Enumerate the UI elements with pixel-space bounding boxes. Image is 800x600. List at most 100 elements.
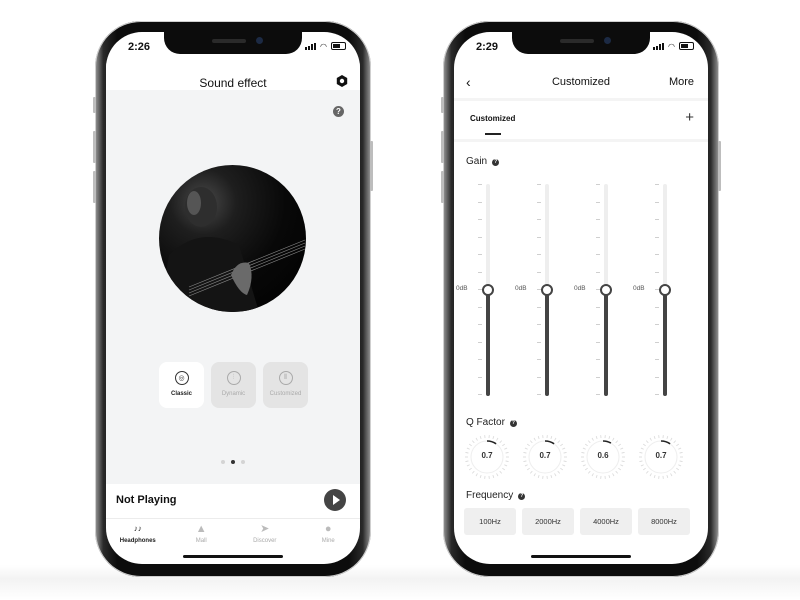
slider-tick bbox=[478, 324, 482, 325]
signal-icon bbox=[305, 42, 317, 50]
frequency-buttons: 100Hz 2000Hz 4000Hz 8000Hz bbox=[464, 508, 690, 535]
volume-up-button bbox=[441, 131, 444, 163]
slider-knob[interactable] bbox=[541, 284, 553, 296]
slider-tick bbox=[537, 394, 541, 395]
power-button bbox=[718, 141, 721, 191]
wifi-icon: ◠ bbox=[668, 41, 675, 51]
frequency-button[interactable]: 100Hz bbox=[464, 508, 516, 535]
bottom-tab-bar: ♪♪ Headphones ▲ Mall ➤ Discover ● Mine bbox=[106, 519, 360, 544]
play-button[interactable] bbox=[324, 489, 346, 511]
q-factor-section-title: Q Factor? bbox=[466, 417, 517, 428]
mode-label: Classic bbox=[170, 391, 192, 397]
playback-status: Not Playing bbox=[116, 494, 177, 506]
slider-knob[interactable] bbox=[600, 284, 612, 296]
mute-switch bbox=[93, 97, 96, 113]
disc-icon: ◎ bbox=[174, 371, 189, 385]
gain-label: Gain bbox=[466, 156, 488, 167]
slider-tick bbox=[537, 237, 541, 238]
tab-mine[interactable]: ● Mine bbox=[297, 519, 361, 544]
slider-tick bbox=[478, 219, 482, 220]
mode-label: Customized bbox=[269, 391, 302, 397]
tab-label: Mall bbox=[195, 538, 207, 544]
home-indicator[interactable] bbox=[183, 555, 283, 558]
gain-slider[interactable]: 0dB bbox=[515, 184, 563, 396]
slider-tick bbox=[537, 377, 541, 378]
gain-value-label: 0dB bbox=[515, 285, 527, 292]
notch bbox=[164, 32, 302, 54]
frequency-section-title: Frequency? bbox=[466, 490, 526, 501]
page-indicator bbox=[106, 460, 360, 464]
hexagon-settings-icon[interactable] bbox=[336, 75, 348, 87]
gain-slider[interactable]: 0dB bbox=[574, 184, 622, 396]
dial-value-arc bbox=[660, 440, 671, 445]
q-factor-dials: 0.7 0.7 0.6 0.7 bbox=[454, 434, 708, 480]
slider-knob[interactable] bbox=[482, 284, 494, 296]
tab-label: Mine bbox=[321, 538, 335, 544]
help-icon[interactable]: ? bbox=[518, 493, 526, 500]
slider-tick bbox=[596, 324, 600, 325]
volume-down-button bbox=[93, 171, 96, 203]
slider-tick bbox=[655, 377, 659, 378]
slider-tick bbox=[655, 324, 659, 325]
mute-switch bbox=[441, 97, 444, 113]
page-title: Sound effect bbox=[199, 76, 267, 90]
slider-fill bbox=[663, 290, 667, 396]
frequency-button[interactable]: 8000Hz bbox=[638, 508, 690, 535]
frequency-button[interactable]: 4000Hz bbox=[580, 508, 632, 535]
paper-plane-icon: ➤ bbox=[260, 523, 270, 535]
slider-tick bbox=[655, 202, 659, 203]
status-time: 2:26 bbox=[128, 41, 151, 53]
q-factor-dial[interactable]: 0.7 bbox=[638, 434, 684, 480]
header: ‹ Customized More bbox=[454, 62, 708, 101]
help-icon[interactable]: ? bbox=[333, 106, 344, 117]
gain-slider[interactable]: 0dB bbox=[633, 184, 681, 396]
slider-tick bbox=[478, 377, 482, 378]
page-dot-active[interactable] bbox=[231, 460, 235, 464]
phone-customized-eq: 2:29 ◠ ‹ Customized More Customized + Ga… bbox=[441, 21, 721, 577]
slider-tick bbox=[478, 272, 482, 273]
q-factor-dial[interactable]: 0.7 bbox=[464, 434, 510, 480]
headphones-icon: ♪♪ bbox=[133, 524, 142, 533]
add-preset-button[interactable]: + bbox=[685, 109, 694, 126]
slider-tick bbox=[596, 219, 600, 220]
active-tab-underline bbox=[485, 133, 501, 135]
slider-tick bbox=[478, 237, 482, 238]
mode-selector: ◎ Classic ⫶ Dynamic ⫴ Customized bbox=[159, 362, 308, 408]
mode-classic[interactable]: ◎ Classic bbox=[159, 362, 204, 408]
q-factor-dial[interactable]: 0.6 bbox=[580, 434, 626, 480]
q-factor-dial[interactable]: 0.7 bbox=[522, 434, 568, 480]
slider-tick bbox=[478, 254, 482, 255]
tab-label: Headphones bbox=[119, 538, 156, 544]
slider-tick bbox=[537, 272, 541, 273]
album-art bbox=[159, 165, 306, 312]
shopping-bag-icon: ▲ bbox=[195, 523, 207, 535]
volume-down-button bbox=[441, 171, 444, 203]
slider-knob[interactable] bbox=[659, 284, 671, 296]
slider-tick bbox=[596, 359, 600, 360]
slider-tick bbox=[537, 184, 541, 185]
mode-customized[interactable]: ⫴ Customized bbox=[263, 362, 308, 408]
help-icon[interactable]: ? bbox=[492, 159, 500, 166]
tab-mall[interactable]: ▲ Mall bbox=[170, 519, 234, 544]
sound-effect-panel: ? ◎ Classic ⫶ Dynamic ⫴ Customized bbox=[106, 90, 360, 484]
tab-discover[interactable]: ➤ Discover bbox=[233, 519, 297, 544]
tab-headphones[interactable]: ♪♪ Headphones bbox=[106, 519, 170, 544]
home-indicator[interactable] bbox=[531, 555, 631, 558]
preset-tab-customized[interactable]: Customized bbox=[470, 114, 515, 123]
slider-tick bbox=[537, 307, 541, 308]
page-dot[interactable] bbox=[221, 460, 225, 464]
help-icon[interactable]: ? bbox=[509, 420, 517, 427]
slider-tick bbox=[478, 342, 482, 343]
slider-tick bbox=[596, 307, 600, 308]
more-button[interactable]: More bbox=[669, 76, 694, 88]
gain-slider[interactable]: 0dB bbox=[456, 184, 504, 396]
page-dot[interactable] bbox=[241, 460, 245, 464]
gain-section-title: Gain? bbox=[466, 156, 500, 167]
q-factor-value: 0.7 bbox=[655, 451, 667, 460]
slider-fill bbox=[604, 290, 608, 396]
phone-sound-effect: 2:26 ◠ Sound effect ? ◎ Classic ⫶ Dynami… bbox=[93, 21, 373, 577]
slider-tick bbox=[478, 307, 482, 308]
slider-tick bbox=[478, 184, 482, 185]
frequency-button[interactable]: 2000Hz bbox=[522, 508, 574, 535]
mode-dynamic[interactable]: ⫶ Dynamic bbox=[211, 362, 256, 408]
